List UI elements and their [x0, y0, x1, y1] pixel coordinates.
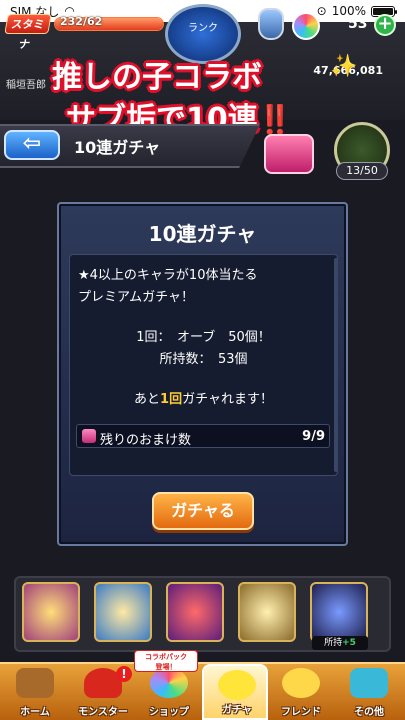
notice-badge: ! [116, 666, 132, 682]
nav-label-friend: フレンド [281, 707, 321, 718]
remaining-prefix: あと [134, 392, 161, 407]
character-slot-5[interactable] [310, 582, 368, 642]
other-menu-icon [350, 668, 388, 698]
description-line-2: プレミアムガチャ！ [78, 290, 194, 305]
nav-label-monster: モンスター [78, 707, 128, 718]
nav-item-other[interactable]: その他 [336, 664, 402, 720]
add-orb-button[interactable]: + [374, 14, 396, 36]
dialog-title: 10連ガチャ [148, 222, 257, 246]
nav-item-shop[interactable]: ショップ [136, 664, 202, 720]
shop-badge-line-2: 登場！ [155, 663, 177, 671]
stamina-tag: スタミナ [4, 14, 52, 51]
gacha-chick-icon [218, 670, 256, 700]
shop-orb-icon [150, 668, 188, 698]
remaining-line: あと1回ガチャれます！ [69, 388, 338, 407]
lock-rotation-icon: ⊙ [316, 4, 327, 18]
home-icon [16, 668, 54, 698]
player-name: 稲垣吾郎 [6, 80, 46, 91]
caption-line-1: 推しの子コラボ [52, 60, 262, 95]
shop-collab-badge: コラボパック 登場！ [134, 650, 198, 672]
orb-count: 53 [348, 16, 368, 32]
potion-icon[interactable] [258, 8, 284, 40]
nav-label-gacha: ガチャ [222, 705, 252, 716]
description-line-1: ★4以上のキャラが10体当たる [78, 268, 258, 283]
page-title: 10連ガチャ [74, 138, 161, 157]
character-slot-3[interactable] [166, 582, 224, 642]
character-slot-2[interactable] [94, 582, 152, 642]
character-slot-1[interactable] [22, 582, 80, 642]
gift-icon [82, 429, 96, 443]
nav-item-friend[interactable]: フレンド [268, 664, 334, 720]
stamina-text: 232/62 [60, 15, 103, 28]
double-exclamation-icon: ‼️ [257, 103, 293, 136]
owned-line: 所持数： 53個 [159, 352, 248, 367]
nav-label-other: その他 [354, 707, 384, 718]
shop-badge-line-1: コラボパック [145, 653, 187, 661]
owned-plus: +5 [342, 638, 356, 648]
owned-prefix: 所持 [324, 638, 343, 648]
progress-count: 13/50 [336, 162, 388, 180]
sparkle-icon: ✨ [330, 54, 358, 79]
bonus-label: 残りのおまけ数 [100, 433, 192, 448]
friend-icon [282, 668, 320, 698]
nav-item-home[interactable]: ホーム [2, 664, 68, 720]
cost-line: 1回： オーブ 50個！ [136, 330, 271, 345]
orb-icon [292, 12, 320, 40]
character-slot-4[interactable] [238, 582, 296, 642]
nav-label-shop: ショップ [149, 707, 189, 718]
present-box-icon[interactable] [264, 134, 314, 174]
rank-label: ランク [188, 23, 218, 34]
remaining-count: 1回 [160, 392, 183, 407]
gacha-button[interactable]: ガチャる [152, 492, 254, 530]
bonus-value: 9/9 [302, 429, 325, 444]
owned-badge: 所持+5 [312, 636, 368, 650]
nav-label-home: ホーム [20, 707, 50, 718]
nav-item-gacha[interactable]: ガチャ [202, 664, 268, 720]
remaining-suffix: ガチャれます！ [182, 392, 273, 407]
back-button[interactable]: ⇦ [4, 130, 60, 160]
